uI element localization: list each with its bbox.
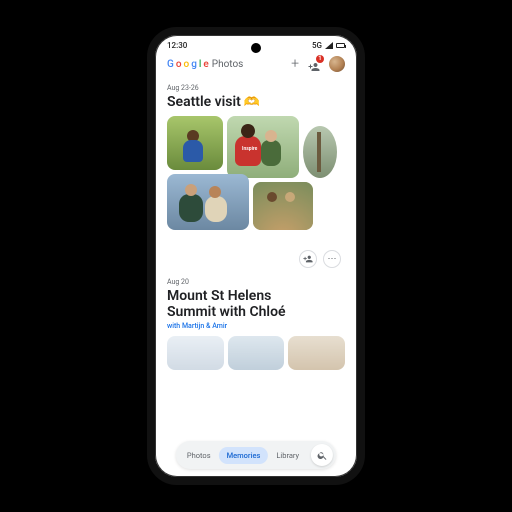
nav-photos[interactable]: Photos bbox=[179, 447, 219, 464]
status-right: 5G bbox=[312, 41, 345, 50]
photo-tile[interactable] bbox=[253, 182, 313, 230]
more-icon: ⋯ bbox=[328, 254, 337, 264]
memory-collage[interactable]: Inspire bbox=[167, 116, 345, 246]
memory-date: Aug 20 bbox=[167, 278, 345, 286]
memory-title-text: Summit with Chloé bbox=[167, 304, 286, 320]
logo-letter: g bbox=[191, 59, 197, 70]
logo-letter: o bbox=[184, 59, 190, 70]
signal-icon bbox=[325, 42, 333, 49]
memory-title[interactable]: Mount St Helens Summit with Chloé bbox=[167, 288, 345, 320]
add-icon[interactable]: + bbox=[291, 57, 299, 71]
more-button[interactable]: ⋯ bbox=[323, 250, 341, 268]
heart-hands-emoji: 🫶 bbox=[244, 95, 260, 110]
notification-badge: 1 bbox=[316, 55, 324, 63]
share-partner-button[interactable]: 1 bbox=[307, 58, 321, 70]
memory-title[interactable]: Seattle visit 🫶 bbox=[167, 94, 345, 110]
memory-subtitle[interactable]: with Martijn & Amir bbox=[167, 322, 345, 330]
logo-letter: l bbox=[199, 59, 202, 70]
app-bar: Google Photos + 1 bbox=[155, 52, 357, 76]
logo-suffix: Photos bbox=[212, 59, 244, 70]
photo-tile[interactable] bbox=[228, 336, 285, 370]
logo-letter: o bbox=[176, 59, 182, 70]
search-button[interactable] bbox=[311, 444, 333, 466]
person-add-icon bbox=[303, 254, 313, 264]
memory-thumbnails[interactable] bbox=[167, 336, 345, 370]
photo-tile[interactable] bbox=[303, 126, 337, 178]
account-avatar[interactable] bbox=[329, 56, 345, 72]
photo-tile[interactable] bbox=[288, 336, 345, 370]
status-network: 5G bbox=[312, 41, 322, 50]
app-logo: Google Photos bbox=[167, 59, 243, 70]
nav-library[interactable]: Library bbox=[268, 447, 307, 464]
photo-tile[interactable] bbox=[167, 336, 224, 370]
memory-title-text: Mount St Helens bbox=[167, 288, 286, 304]
battery-icon bbox=[336, 43, 345, 48]
photo-tile[interactable] bbox=[167, 174, 249, 230]
phone-frame: 12:30 5G Google Photos + 1 Aug 23-26 Sea… bbox=[147, 27, 365, 485]
logo-letter: G bbox=[167, 59, 174, 70]
camera-notch bbox=[251, 43, 261, 53]
logo-letter: e bbox=[203, 59, 208, 70]
bottom-nav: Photos Memories Library bbox=[176, 441, 336, 469]
status-time: 12:30 bbox=[167, 41, 187, 50]
photo-tile[interactable]: Inspire bbox=[227, 116, 299, 178]
add-people-button[interactable] bbox=[299, 250, 317, 268]
search-icon bbox=[317, 450, 328, 461]
memory-actions: ⋯ bbox=[167, 250, 345, 268]
memory-date: Aug 23-26 bbox=[167, 84, 345, 92]
memory-item: Aug 20 Mount St Helens Summit with Chloé… bbox=[167, 278, 345, 370]
memory-title-text: Seattle visit bbox=[167, 94, 241, 110]
content-scroll[interactable]: Aug 23-26 Seattle visit 🫶 Inspire ⋯ Aug … bbox=[155, 76, 357, 370]
nav-memories[interactable]: Memories bbox=[219, 447, 269, 464]
photo-tile[interactable] bbox=[167, 116, 223, 170]
